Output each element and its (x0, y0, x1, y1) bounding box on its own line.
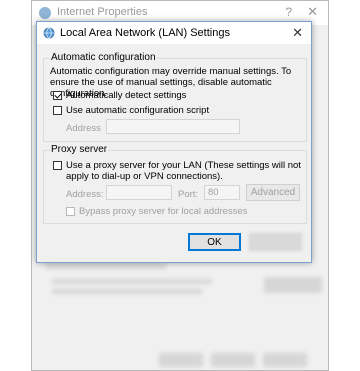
close-icon[interactable]: ✕ (292, 25, 303, 41)
blurred-footer-button (263, 353, 307, 367)
proxy-port-label: Port: (178, 189, 199, 200)
use-proxy-label: Use a proxy server for your LAN (These s… (66, 160, 301, 182)
auto-detect-row[interactable]: Automatically detect settings (53, 90, 186, 101)
auto-detect-checkbox[interactable] (53, 91, 62, 100)
use-proxy-checkbox[interactable] (53, 161, 62, 170)
blurred-section-header (46, 263, 166, 269)
blurred-footer-button (159, 353, 203, 367)
script-address-input[interactable] (106, 119, 240, 134)
lan-settings-dialog: Local Area Network (LAN) Settings ✕ Auto… (36, 21, 312, 263)
parent-close-icon[interactable]: ✕ (307, 4, 318, 20)
auto-config-script-label: Use automatic configuration script (66, 105, 210, 116)
network-globe-icon (43, 27, 55, 39)
bypass-local-row[interactable]: Bypass proxy server for local addresses (66, 206, 247, 217)
internet-globe-icon (39, 7, 51, 19)
dialog-title: Local Area Network (LAN) Settings (60, 27, 230, 39)
help-icon[interactable]: ? (285, 5, 292, 19)
script-address-label: Address (66, 123, 101, 134)
blurred-section-text (52, 279, 212, 284)
ok-button[interactable]: OK (188, 233, 241, 251)
proxy-server-heading: Proxy server (50, 144, 109, 155)
bypass-local-checkbox[interactable] (66, 207, 75, 216)
bypass-local-label: Bypass proxy server for local addresses (79, 206, 248, 217)
auto-config-script-checkbox[interactable] (53, 106, 62, 115)
auto-detect-label: Automatically detect settings (66, 90, 187, 101)
blurred-section-button (264, 277, 322, 293)
auto-config-script-row[interactable]: Use automatic configuration script (53, 105, 209, 116)
proxy-address-label: Address: (66, 189, 104, 200)
use-proxy-row[interactable]: Use a proxy server for your LAN (These s… (53, 160, 301, 182)
blurred-section-text (52, 289, 202, 294)
proxy-address-input[interactable] (106, 185, 172, 200)
automatic-configuration-group: Automatic configuration Automatic config… (43, 52, 307, 142)
blurred-footer-button (211, 353, 255, 367)
cancel-button[interactable] (249, 233, 302, 251)
automatic-configuration-heading: Automatic configuration (50, 52, 157, 63)
advanced-button[interactable]: Advanced (246, 184, 300, 201)
proxy-server-group: Proxy server Use a proxy server for your… (43, 144, 307, 224)
dialog-titlebar: Local Area Network (LAN) Settings ✕ (37, 22, 311, 44)
proxy-port-input[interactable] (204, 185, 240, 200)
parent-window-title: Internet Properties (57, 6, 148, 18)
